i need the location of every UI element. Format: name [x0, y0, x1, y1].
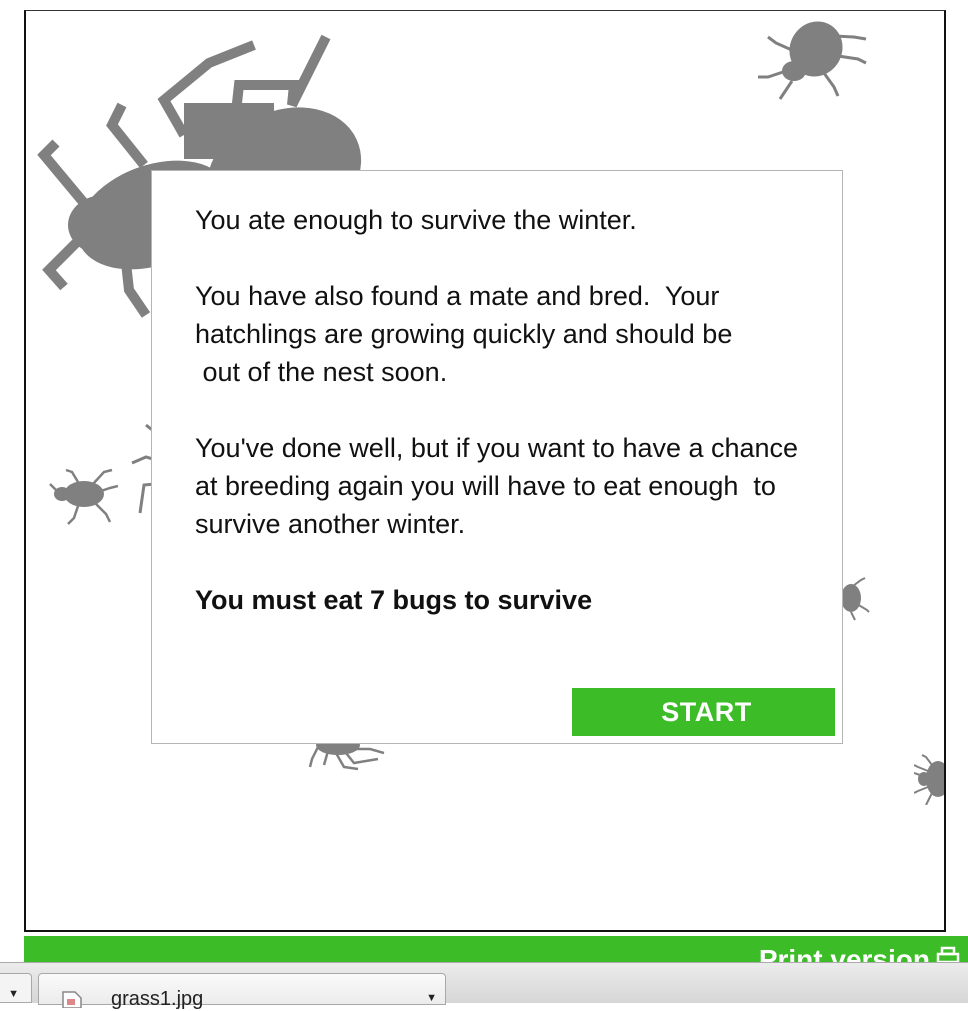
game-over-dialog: You ate enough to survive the winter. Yo…	[151, 170, 843, 744]
dropdown-arrow-icon: ▼	[8, 988, 19, 1000]
download-file-name[interactable]: grass1.jpg	[111, 988, 203, 1011]
shelf-scroll-arrow[interactable]: ▼	[0, 973, 32, 1003]
download-item[interactable]: grass1.jpg ▼	[38, 973, 446, 1010]
download-shelf: ▼ grass1.jpg ▼	[0, 962, 968, 1010]
file-icon	[62, 991, 82, 1008]
dialog-paragraph: You ate enough to survive the winter.	[195, 205, 637, 235]
start-button[interactable]: START	[572, 688, 835, 736]
small-bug[interactable]	[841, 576, 871, 621]
small-bug[interactable]	[48, 466, 118, 526]
goal-text: You must eat 7 bugs to survive	[195, 585, 593, 615]
dropdown-arrow-icon[interactable]: ▼	[426, 992, 437, 1004]
small-bug[interactable]	[754, 11, 869, 101]
dialog-paragraph: You've done well, but if you want to hav…	[195, 433, 806, 539]
dialog-paragraph: You have also found a mate and bred. You…	[195, 281, 733, 387]
small-bug[interactable]	[914, 753, 946, 805]
dialog-message: You ate enough to survive the winter. Yo…	[195, 201, 815, 619]
